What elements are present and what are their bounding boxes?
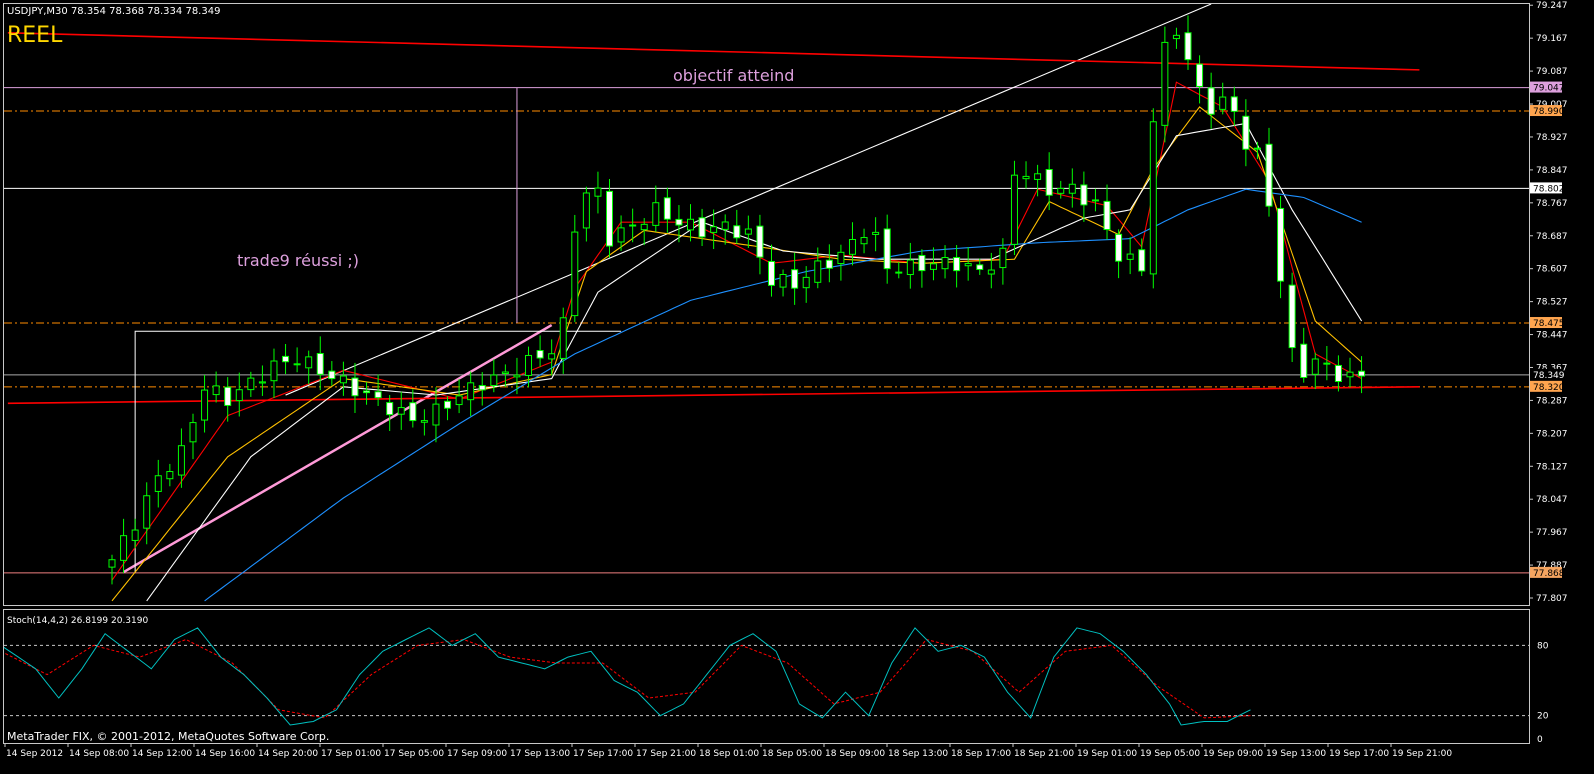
time-tick-label: 19 Sep 13:00 xyxy=(1266,749,1326,759)
price-tick-label: 78.607 xyxy=(1536,265,1568,275)
time-tick-label: 14 Sep 08:00 xyxy=(69,749,129,759)
time-tick-label: 18 Sep 09:00 xyxy=(825,749,885,759)
price-tick-label: 78.687 xyxy=(1536,232,1568,242)
price-tick-label: 78.047 xyxy=(1536,495,1568,505)
time-tick-label: 17 Sep 09:00 xyxy=(447,749,507,759)
target-annotation: objectif atteind xyxy=(673,66,794,85)
candle xyxy=(1161,26,1169,143)
time-tick-label: 17 Sep 21:00 xyxy=(636,749,696,759)
time-tick-label: 19 Sep 01:00 xyxy=(1077,749,1137,759)
price-tick-label: 78.927 xyxy=(1536,133,1568,143)
stoch-label: Stoch(14,4,2) 26.8199 20.3190 xyxy=(7,616,148,626)
time-tick-label: 19 Sep 21:00 xyxy=(1392,749,1452,759)
price-chart[interactable]: 79.24779.16779.08779.00778.92778.84778.7… xyxy=(0,0,1594,774)
time-tick-label: 18 Sep 13:00 xyxy=(888,749,948,759)
candle xyxy=(1149,108,1157,289)
time-tick-label: 17 Sep 01:00 xyxy=(321,749,381,759)
price-tick-label: 78.527 xyxy=(1536,298,1568,308)
account-label: REEL xyxy=(7,23,63,48)
time-tick-label: 17 Sep 17:00 xyxy=(573,749,633,759)
price-level-badge-label: 78.320 xyxy=(1533,383,1565,393)
price-tick-label: 77.807 xyxy=(1536,594,1568,604)
time-tick-label: 18 Sep 17:00 xyxy=(951,749,1011,759)
time-tick-label: 14 Sep 16:00 xyxy=(195,749,255,759)
trade-annotation: trade9 réussi ;) xyxy=(237,251,359,270)
time-tick-label: 17 Sep 13:00 xyxy=(510,749,570,759)
price-level-badge-label: 77.868 xyxy=(1533,569,1565,579)
time-tick-label: 14 Sep 2012 xyxy=(6,749,63,759)
price-tick-label: 79.167 xyxy=(1536,34,1568,44)
stoch-level-label: 0 xyxy=(1537,735,1543,745)
time-tick-label: 19 Sep 09:00 xyxy=(1203,749,1263,759)
time-tick-label: 18 Sep 01:00 xyxy=(699,749,759,759)
copyright-footer: MetaTrader FIX, © 2001-2012, MetaQuotes … xyxy=(7,730,329,743)
time-tick-label: 18 Sep 21:00 xyxy=(1014,749,1074,759)
stoch-level-label: 20 xyxy=(1537,712,1549,722)
price-level-badge-label: 78.349 xyxy=(1533,371,1565,381)
price-tick-label: 78.447 xyxy=(1536,331,1568,341)
candle xyxy=(1010,160,1018,256)
time-tick-label: 14 Sep 12:00 xyxy=(132,749,192,759)
time-tick-label: 19 Sep 05:00 xyxy=(1140,749,1200,759)
price-tick-label: 78.127 xyxy=(1536,462,1568,472)
time-tick-label: 19 Sep 17:00 xyxy=(1329,749,1389,759)
symbol-header: USDJPY,M30 78.354 78.368 78.334 78.349 xyxy=(7,6,220,17)
stoch-level-label: 80 xyxy=(1537,641,1549,651)
price-level-badge-label: 78.475 xyxy=(1533,319,1565,329)
price-tick-label: 79.087 xyxy=(1536,67,1568,77)
price-level-badge-label: 78.990 xyxy=(1533,107,1565,117)
price-level-badge-label: 78.802 xyxy=(1533,184,1565,194)
price-tick-label: 78.847 xyxy=(1536,166,1568,176)
price-tick-label: 79.247 xyxy=(1536,1,1568,11)
price-tick-label: 78.207 xyxy=(1536,429,1568,439)
time-tick-label: 17 Sep 05:00 xyxy=(384,749,444,759)
price-tick-label: 78.767 xyxy=(1536,199,1568,209)
price-tick-label: 78.287 xyxy=(1536,396,1568,406)
time-tick-label: 14 Sep 20:00 xyxy=(258,749,318,759)
time-tick-label: 18 Sep 05:00 xyxy=(762,749,822,759)
price-level-badge-label: 79.047 xyxy=(1533,84,1565,94)
price-tick-label: 77.967 xyxy=(1536,528,1568,538)
